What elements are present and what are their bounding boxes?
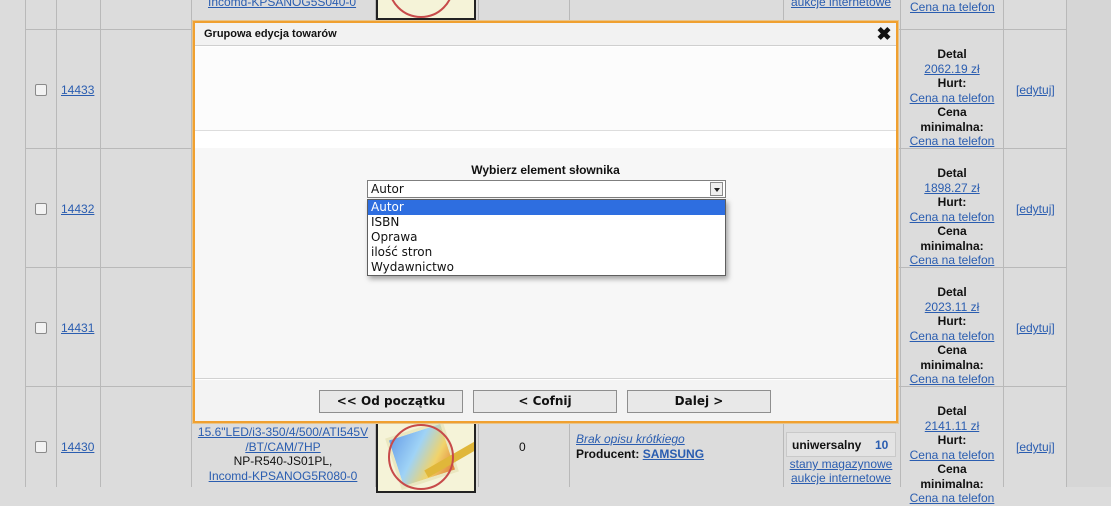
dialog-header: Grupowa edycja towarów ✖ [195, 23, 896, 46]
table-border [900, 0, 901, 487]
price-cell: Detal 2023.11 zł Hurt: Cena na telefon C… [904, 285, 1000, 387]
product-code-link[interactable]: Incomd-KPSANOG5S040-0 [208, 0, 356, 9]
price-hurt-value[interactable]: Cena na telefon [904, 91, 1000, 106]
table-border [191, 0, 192, 487]
edit-link[interactable]: [edytuj] [1016, 440, 1055, 454]
price-min-value[interactable]: Cena na telefon [904, 134, 1000, 149]
price-hurt-value[interactable]: Cena na telefon [904, 210, 1000, 225]
price-detal-value[interactable]: 2141.11 zł [904, 419, 1000, 434]
thumbnail-ring [388, 424, 454, 490]
warehouse-name: uniwersalny [792, 438, 862, 452]
product-thumbnail[interactable] [376, 418, 476, 493]
price-detal-value[interactable]: 2023.11 zł [904, 300, 1000, 315]
bulk-edit-dialog: Grupowa edycja towarów ✖ Wybierz element… [193, 21, 898, 423]
dropdown-option[interactable]: ilość stron [368, 245, 725, 260]
product-code-link[interactable]: Incomd-KPSANOG5R080-0 [193, 469, 373, 484]
price-min-label: Cena minimalna: [920, 343, 984, 372]
price-hurt-value[interactable]: Cena na telefon [904, 329, 1000, 344]
product-thumbnail[interactable] [376, 0, 476, 20]
price-min-value[interactable]: Cena na telefon [904, 491, 1000, 506]
price-min-value[interactable]: Cena na telefon [904, 372, 1000, 387]
dropdown-option[interactable]: Autor [368, 200, 725, 215]
price-detal-label: Detal [937, 404, 967, 418]
dictionary-select[interactable]: Autor [367, 180, 726, 198]
dropdown-option[interactable]: ISBN [368, 215, 725, 230]
table-border [1003, 0, 1004, 487]
warehouse-row: uniwersalny 10 [786, 432, 896, 457]
price-hurt-label: Hurt: [937, 76, 967, 90]
row-checkbox[interactable] [35, 203, 47, 215]
stock-link[interactable]: stany magazynowe [786, 457, 896, 471]
price-cell: Detal 2141.11 zł Hurt: Cena na telefon C… [904, 404, 1000, 506]
back-button[interactable]: < Cofnij [473, 390, 617, 413]
next-button[interactable]: Dalej > [627, 390, 771, 413]
thumbnail-ring [388, 0, 454, 18]
warehouse-qty[interactable]: 10 [875, 438, 888, 452]
dropdown-option[interactable]: Oprawa [368, 230, 725, 245]
close-icon[interactable]: ✖ [875, 25, 893, 43]
producer-label: Producent: [576, 447, 640, 461]
price-hurt-label: Hurt: [937, 314, 967, 328]
price-hurt-label: Hurt: [937, 433, 967, 447]
dictionary-select-label: Wybierz element słownika [471, 163, 620, 177]
price-detal-label: Detal [937, 47, 967, 61]
price-link[interactable]: Cena na telefon [910, 0, 995, 14]
row-links: stany magazynowe aukcje internetowe [786, 457, 896, 485]
dropdown-option[interactable]: Wydawnictwo [368, 260, 725, 275]
row-checkbox[interactable] [35, 322, 47, 334]
product-id-link[interactable]: 14433 [61, 83, 94, 97]
row-checkbox[interactable] [35, 84, 47, 96]
dialog-title: Grupowa edycja towarów [204, 28, 337, 40]
stock-count: 0 [519, 440, 526, 454]
product-model: NP-R540-JS01PL, [233, 454, 333, 468]
price-hurt-value[interactable]: Cena na telefon [904, 448, 1000, 463]
product-id-link[interactable]: 14432 [61, 202, 94, 216]
start-over-button[interactable]: << Od początku [319, 390, 463, 413]
table-border [56, 0, 57, 487]
auctions-link[interactable]: aukcje internetowe [791, 0, 891, 9]
price-detal-value[interactable]: 2062.19 zł [904, 62, 1000, 77]
edit-link[interactable]: [edytuj] [1016, 321, 1055, 335]
description-link[interactable]: Brak opisu krótkiego [576, 432, 685, 446]
producer-link[interactable]: SAMSUNG [643, 447, 704, 461]
price-cell: Detal 2062.19 zł Hurt: Cena na telefon C… [904, 47, 1000, 149]
chevron-down-icon[interactable] [710, 182, 723, 196]
producer-info: Producent: SAMSUNG [576, 447, 704, 461]
price-hurt-label: Hurt: [937, 195, 967, 209]
table-border [25, 0, 26, 487]
product-name-cell: 15.6"LED/i3-350/4/500/ATI545V /BT/CAM/7H… [193, 425, 373, 483]
price-cell: Detal 1898.27 zł Hurt: Cena na telefon C… [904, 166, 1000, 268]
dictionary-select-value: Autor [371, 182, 404, 196]
page-margin [1067, 0, 1111, 487]
price-min-value[interactable]: Cena na telefon [904, 253, 1000, 268]
auctions-link[interactable]: aukcje internetowe [786, 471, 896, 485]
edit-link[interactable]: [edytuj] [1016, 83, 1055, 97]
edit-link[interactable]: [edytuj] [1016, 202, 1055, 216]
product-name-line[interactable]: /BT/CAM/7HP [193, 440, 373, 455]
product-id-link[interactable]: 14430 [61, 440, 94, 454]
dialog-top-panel [195, 47, 896, 131]
dictionary-dropdown: Autor ISBN Oprawa ilość stron Wydawnictw… [367, 199, 726, 276]
price-min-label: Cena minimalna: [920, 105, 984, 134]
product-name-line[interactable]: 15.6"LED/i3-350/4/500/ATI545V [193, 425, 373, 440]
short-description-missing: Brak opisu krótkiego [576, 432, 685, 446]
product-id-link[interactable]: 14431 [61, 321, 94, 335]
row-checkbox[interactable] [35, 441, 47, 453]
price-detal-value[interactable]: 1898.27 zł [904, 181, 1000, 196]
price-detal-label: Detal [937, 166, 967, 180]
price-min-label: Cena minimalna: [920, 224, 984, 253]
table-border [100, 0, 101, 487]
price-detal-label: Detal [937, 285, 967, 299]
